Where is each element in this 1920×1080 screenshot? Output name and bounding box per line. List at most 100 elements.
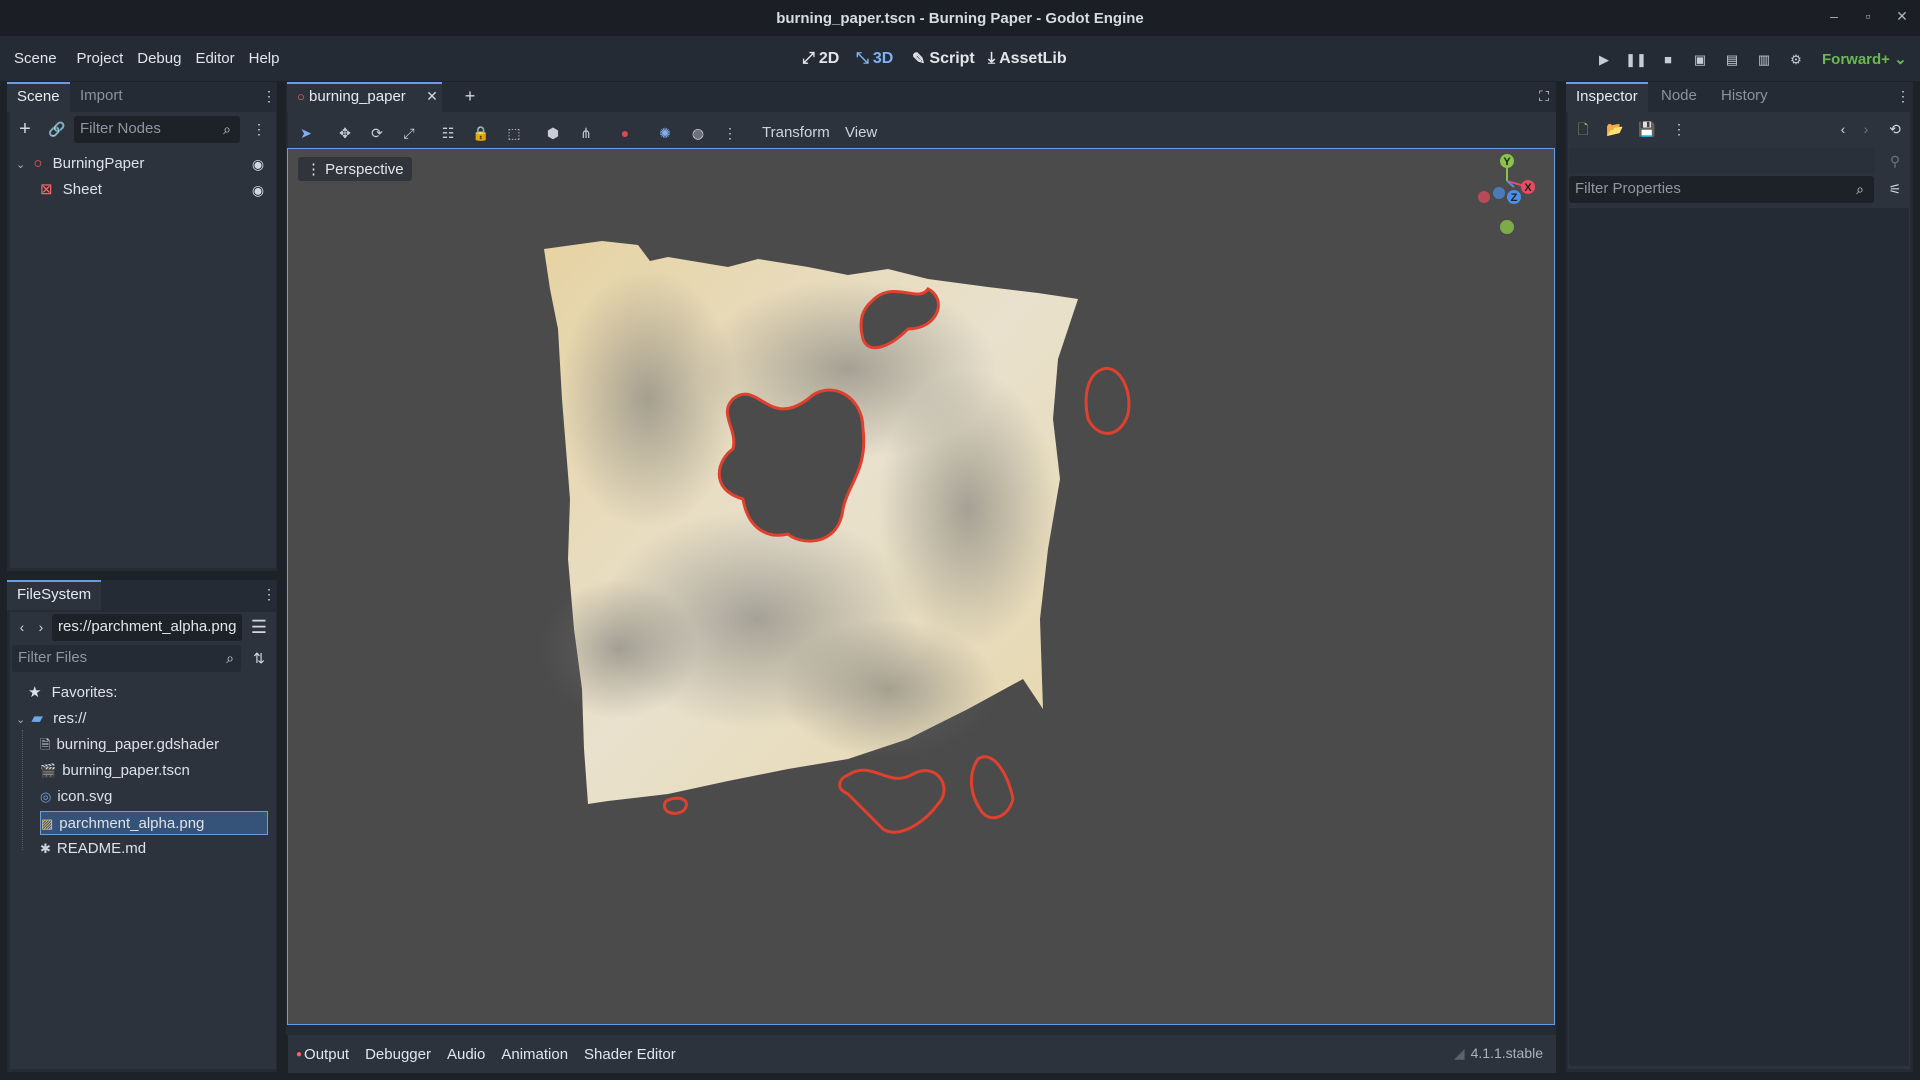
favorites-item[interactable]: ★ Favorites:	[28, 681, 117, 705]
main-screen-2d-button[interactable]: ⤢ 2D	[802, 36, 839, 81]
property-options-icon[interactable]: ⚟	[1884, 178, 1906, 200]
scale-tool-icon[interactable]: ⤢	[397, 121, 421, 145]
view-menu[interactable]: View	[845, 121, 877, 145]
select-tool-icon[interactable]: ➤	[294, 121, 318, 145]
resource-menu-icon[interactable]: ⋮	[1668, 118, 1690, 140]
file-item[interactable]: ▨ parchment_alpha.png	[40, 811, 268, 835]
lock-icon[interactable]: 🔒	[469, 121, 493, 145]
image-file-icon: ▨	[41, 816, 54, 831]
file-item[interactable]: 🎬 burning_paper.tscn	[40, 759, 268, 783]
tree-item-sheet[interactable]: ⊠ Sheet	[40, 178, 102, 202]
filter-properties-input[interactable]: Filter Properties	[1569, 176, 1874, 203]
new-scene-tab-icon[interactable]: +	[459, 85, 481, 107]
history-back-icon[interactable]: ‹	[1832, 118, 1854, 140]
dock-menu-icon[interactable]: ⋮	[258, 85, 280, 107]
close-tab-icon[interactable]: ✕	[421, 85, 443, 107]
scene-tree-menu-icon[interactable]: ⋮	[248, 118, 270, 140]
file-item[interactable]: ✱ README.md	[40, 837, 268, 861]
tab-animation[interactable]: Animation	[501, 1046, 568, 1063]
file-name: burning_paper.gdshader	[56, 736, 220, 753]
menu-debug[interactable]: Debug	[130, 50, 188, 67]
movie-maker-icon[interactable]: ⚙	[1785, 50, 1807, 70]
renderer-selector[interactable]: Forward+ ⌄	[1822, 50, 1907, 68]
menu-editor[interactable]: Editor	[188, 50, 241, 67]
stop-icon[interactable]: ■	[1657, 50, 1679, 70]
load-resource-icon[interactable]: 📂	[1604, 118, 1626, 140]
tab-scene[interactable]: Scene	[7, 82, 70, 112]
scene-tab[interactable]: ○ burning_paper	[287, 82, 442, 112]
viewport-options-icon[interactable]: ⋮	[718, 121, 742, 145]
distraction-free-icon[interactable]: ⛶	[1533, 85, 1555, 107]
path-field[interactable]: res://parchment_alpha.png	[52, 614, 242, 641]
history-forward-icon[interactable]: ›	[1855, 118, 1877, 140]
filter-files-input[interactable]: Filter Files	[12, 645, 241, 672]
dock-menu-icon[interactable]: ⋮	[258, 583, 280, 605]
object-properties-icon[interactable]: ⚲	[1884, 150, 1906, 172]
gizmo-neg-z-handle	[1493, 187, 1505, 199]
tab-filesystem[interactable]: FileSystem	[7, 580, 102, 610]
main-screen-3d-button[interactable]: ⤡ 3D	[856, 36, 893, 81]
tab-audio[interactable]: Audio	[447, 1046, 485, 1063]
object-history-icon[interactable]: ⟲	[1884, 118, 1906, 140]
object-path-field	[1569, 148, 1875, 174]
scene-tab-label: burning_paper	[309, 88, 406, 105]
main-screen-script-button[interactable]: ✎ Script	[912, 36, 975, 81]
collapse-arrow-icon: ⌄	[16, 159, 26, 171]
3d-viewport[interactable]: ⋮ Perspective Y X Z	[287, 148, 1555, 1025]
smoke-cloud	[878, 369, 1058, 649]
node-name: Sheet	[62, 181, 102, 198]
forward-arrow-icon[interactable]: ›	[30, 616, 52, 638]
folder-item-res[interactable]: ⌄ ▰ res://	[16, 707, 86, 731]
tab-node[interactable]: Node	[1651, 82, 1707, 110]
new-resource-icon[interactable]: 🗋	[1572, 118, 1594, 140]
menu-help[interactable]: Help	[242, 50, 287, 67]
menu-project[interactable]: Project	[70, 50, 131, 67]
sort-icon[interactable]: ⇅	[248, 647, 270, 669]
menu-scene[interactable]: Scene	[7, 50, 64, 67]
tab-inspector[interactable]: Inspector	[1566, 82, 1648, 112]
play-custom-scene-icon[interactable]: ▥	[1753, 50, 1775, 70]
visibility-eye-icon[interactable]: ◉	[247, 153, 269, 175]
gizmo-neg-y-handle	[1500, 220, 1514, 234]
instance-scene-icon[interactable]: 🔗	[46, 118, 68, 140]
rotate-tool-icon[interactable]: ⟳	[365, 121, 389, 145]
play-scene-icon[interactable]: ▤	[1721, 50, 1743, 70]
list-select-icon[interactable]: ☷	[436, 121, 460, 145]
tab-import[interactable]: Import	[70, 82, 133, 110]
add-node-icon[interactable]: +	[14, 118, 36, 140]
save-resource-icon[interactable]: 💾	[1636, 118, 1658, 140]
assetlib-icon: ⤓	[988, 49, 996, 67]
tab-shader-editor[interactable]: Shader Editor	[584, 1046, 676, 1063]
orientation-gizmo[interactable]: Y X Z	[1478, 154, 1535, 234]
pause-icon[interactable]: ❚❚	[1625, 50, 1647, 70]
play-icon[interactable]: ▶	[1593, 50, 1615, 70]
tab-history[interactable]: History	[1711, 82, 1778, 110]
main-screen-assetlib-label: AssetLib	[999, 49, 1067, 67]
move-tool-icon[interactable]: ✥	[333, 121, 357, 145]
burn-hole	[663, 796, 688, 815]
remote-debug-icon[interactable]: ▣	[1689, 50, 1711, 70]
file-item[interactable]: ◎ icon.svg	[40, 785, 268, 809]
file-item[interactable]: 🗎 burning_paper.gdshader	[40, 733, 268, 757]
maximize-button[interactable]: ▫	[1859, 8, 1877, 24]
local-space-icon[interactable]: ⬢	[541, 121, 565, 145]
paper-sheet-mesh[interactable]	[538, 241, 1131, 834]
close-window-button[interactable]: ✕	[1893, 8, 1911, 25]
minimize-button[interactable]: –	[1825, 8, 1843, 24]
transform-menu[interactable]: Transform	[762, 121, 830, 145]
output-error-dot-icon: ●	[296, 1048, 303, 1060]
node3d-icon: ○	[297, 89, 305, 104]
snap-icon[interactable]: ⋔	[574, 121, 598, 145]
dock-menu-icon[interactable]: ⋮	[1892, 85, 1914, 107]
main-screen-assetlib-button[interactable]: ⤓ AssetLib	[988, 36, 1067, 81]
environment-preview-icon[interactable]: ◍	[686, 121, 710, 145]
toggle-split-icon[interactable]: ☰	[248, 616, 270, 638]
tab-output[interactable]: Output	[304, 1046, 349, 1063]
group-icon[interactable]: ⬚	[502, 121, 526, 145]
camera-preview-icon[interactable]: ●	[613, 121, 637, 145]
sun-preview-icon[interactable]: ✺	[653, 121, 677, 145]
tree-item-burningpaper[interactable]: ⌄ ○ BurningPaper	[16, 152, 144, 176]
visibility-eye-icon[interactable]: ◉	[247, 179, 269, 201]
chevron-down-icon: ⌄	[1894, 51, 1907, 68]
tab-debugger[interactable]: Debugger	[365, 1046, 431, 1063]
